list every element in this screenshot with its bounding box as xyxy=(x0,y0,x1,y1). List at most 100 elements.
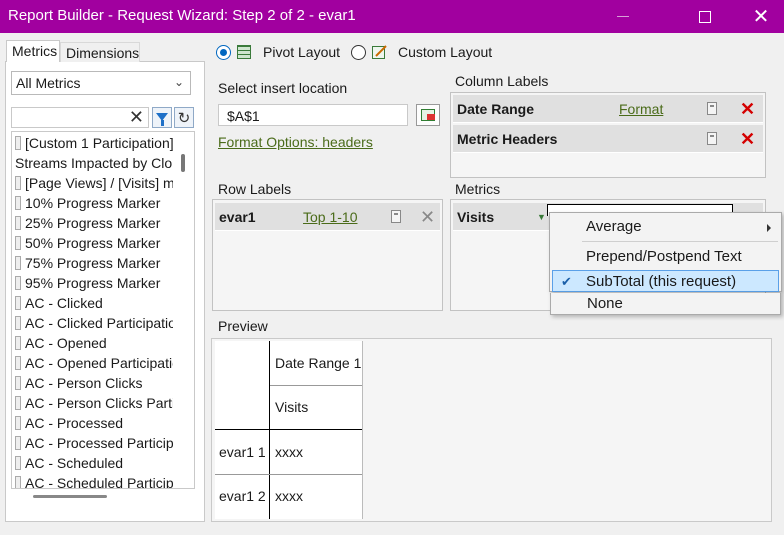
metric-icon xyxy=(15,456,21,470)
column-labels-box[interactable]: Date Range Format ✕ Metric Headers ✕ xyxy=(450,92,766,178)
row-label-text: evar1 xyxy=(219,209,256,225)
list-item[interactable]: 95% Progress Marker xyxy=(15,273,173,293)
metric-category-select[interactable]: All Metrics ⌄ xyxy=(11,71,191,95)
column-label-text: Date Range xyxy=(457,101,535,117)
metric-list-horizontal-scrollbar[interactable] xyxy=(33,495,107,498)
list-item-label: 95% Progress Marker xyxy=(25,275,161,291)
row-labels-box[interactable]: evar1 Top 1-10 ✕ xyxy=(212,199,443,311)
maximize-button[interactable] xyxy=(682,0,728,33)
metric-icon xyxy=(15,336,21,350)
metric-search-input[interactable]: ✕ xyxy=(11,107,149,128)
menu-item-prepend-postpend[interactable]: Prepend/Postpend Text xyxy=(550,246,781,268)
metric-list[interactable]: [Custom 1 Participation] / Streams Impac… xyxy=(11,131,195,489)
close-icon: ✕ xyxy=(752,5,770,28)
list-item[interactable]: Streams Impacted by Clo xyxy=(15,153,173,173)
metric-icon xyxy=(15,216,21,230)
list-item-label: 10% Progress Marker xyxy=(25,195,161,211)
metric-icon xyxy=(15,476,21,488)
metric-label-text: Visits xyxy=(457,209,495,225)
column-format-link[interactable]: Format xyxy=(619,101,663,117)
insert-location-label: Select insert location xyxy=(218,80,348,96)
preview-row-value: xxxx xyxy=(270,475,362,519)
list-item[interactable]: AC - Scheduled xyxy=(15,453,173,473)
menu-separator xyxy=(582,241,778,242)
tab-metrics[interactable]: Metrics xyxy=(6,40,60,62)
list-item[interactable]: [Page Views] / [Visits] m xyxy=(15,173,173,193)
row-label-item[interactable]: evar1 Top 1-10 ✕ xyxy=(215,203,440,231)
menu-item-average[interactable]: Average xyxy=(550,216,781,238)
submenu-arrow-icon xyxy=(767,224,771,232)
format-options-link[interactable]: Format Options: headers xyxy=(218,134,373,150)
dropdown-triangle-icon[interactable]: ▼ xyxy=(537,212,546,222)
filter-icon xyxy=(156,112,168,126)
column-label-item[interactable]: Metric Headers ✕ xyxy=(453,125,763,153)
list-item[interactable]: AC - Scheduled Participa xyxy=(15,473,173,489)
subtotal-context-menu[interactable]: Average Prepend/Postpend Text ✔ SubTotal… xyxy=(549,212,782,292)
list-item[interactable]: AC - Processed Participa xyxy=(15,433,173,453)
list-item[interactable]: AC - Person Clicks Partic xyxy=(15,393,173,413)
list-item-label: Streams Impacted by Clo xyxy=(15,155,173,171)
list-item-label: 50% Progress Marker xyxy=(25,235,161,251)
insert-location-input[interactable]: $A$1 xyxy=(218,104,408,126)
list-item[interactable]: AC - Clicked xyxy=(15,293,173,313)
list-item[interactable]: AC - Clicked Participation xyxy=(15,313,173,333)
preview-panel: Date Range 1 Visits evar1 1 xxxx evar1 2… xyxy=(211,338,772,522)
list-item-label: AC - Opened Participation xyxy=(25,355,173,371)
close-button[interactable]: ✕ xyxy=(738,0,784,33)
list-item-label: AC - Processed xyxy=(25,415,124,431)
list-item-label: AC - Scheduled Participa xyxy=(25,475,173,489)
preview-title: Preview xyxy=(218,318,268,334)
list-item-label: 75% Progress Marker xyxy=(25,255,161,271)
list-item[interactable]: [Custom 1 Participation] / xyxy=(15,133,173,153)
clear-search-icon[interactable]: ✕ xyxy=(129,107,144,128)
column-label-item[interactable]: Date Range Format ✕ xyxy=(453,95,763,123)
custom-layout-label: Custom Layout xyxy=(398,44,493,60)
preview-header-divider xyxy=(270,385,362,386)
filter-button[interactable] xyxy=(152,107,172,128)
preview-row-label: evar1 1 xyxy=(215,430,270,475)
metric-list-vertical-scrollbar[interactable] xyxy=(181,154,185,172)
delete-icon[interactable]: ✕ xyxy=(740,100,755,118)
list-item-label: AC - Processed Participa xyxy=(25,435,173,451)
delete-icon[interactable]: ✕ xyxy=(740,130,755,148)
list-item-label: [Custom 1 Participation] / xyxy=(25,135,173,151)
calculator-icon[interactable] xyxy=(707,102,717,115)
column-labels-title: Column Labels xyxy=(455,73,549,89)
metric-icon xyxy=(15,376,21,390)
range-select-icon-accent xyxy=(427,114,435,120)
custom-metric-icon xyxy=(15,176,21,190)
select-range-button[interactable] xyxy=(416,104,440,126)
list-item-label: AC - Person Clicks xyxy=(25,375,143,391)
list-item[interactable]: AC - Person Clicks xyxy=(15,373,173,393)
list-item[interactable]: 50% Progress Marker xyxy=(15,233,173,253)
chevron-down-icon: ⌄ xyxy=(173,75,184,89)
list-item[interactable]: 75% Progress Marker xyxy=(15,253,173,273)
menu-item-label: Average xyxy=(586,218,642,235)
column-label-text: Metric Headers xyxy=(457,131,558,147)
pivot-layout-radio[interactable] xyxy=(216,45,231,60)
menu-item-none[interactable]: None xyxy=(550,293,781,315)
menu-item-subtotal[interactable]: ✔ SubTotal (this request) xyxy=(552,270,779,292)
delete-icon[interactable]: ✕ xyxy=(420,208,435,226)
calculator-icon[interactable] xyxy=(707,132,717,145)
list-item[interactable]: 25% Progress Marker xyxy=(15,213,173,233)
list-item-label: [Page Views] / [Visits] m xyxy=(25,175,173,191)
metric-icon xyxy=(15,356,21,370)
tab-dimensions[interactable]: Dimensions xyxy=(60,42,140,62)
list-item[interactable]: 10% Progress Marker xyxy=(15,193,173,213)
list-item[interactable]: AC - Opened xyxy=(15,333,173,353)
list-item-label: 25% Progress Marker xyxy=(25,215,161,231)
preview-row-divider xyxy=(215,474,362,475)
checkmark-icon: ✔ xyxy=(561,274,572,289)
list-item-label: AC - Opened xyxy=(25,335,107,351)
preview-divider-vertical xyxy=(269,341,270,519)
row-top-link[interactable]: Top 1-10 xyxy=(303,209,357,225)
minimize-button[interactable] xyxy=(600,0,646,33)
calculator-icon[interactable] xyxy=(391,210,401,223)
custom-layout-radio[interactable] xyxy=(351,45,366,60)
metric-icon xyxy=(15,316,21,330)
list-item[interactable]: AC - Processed xyxy=(15,413,173,433)
refresh-button[interactable]: ↻ xyxy=(174,107,194,128)
list-item[interactable]: AC - Opened Participation xyxy=(15,353,173,373)
preview-row-value: xxxx xyxy=(270,430,362,475)
